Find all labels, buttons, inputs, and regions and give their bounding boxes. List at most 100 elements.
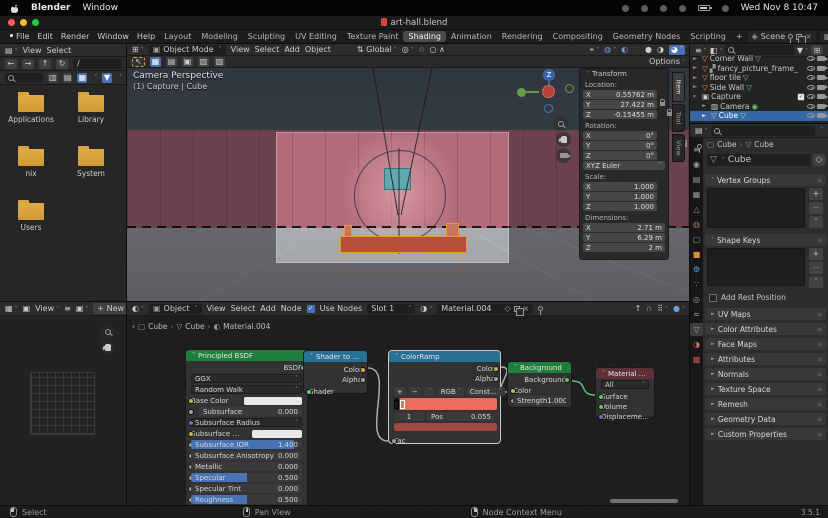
subsurface-row[interactable]: Subsurface0.000	[191, 407, 302, 416]
status-icon[interactable]	[622, 5, 629, 12]
properties-tab-output[interactable]: ▤	[690, 173, 703, 186]
back-button[interactable]: ←	[5, 59, 17, 69]
display-horizontal-list-button[interactable]: ▤	[63, 73, 73, 83]
image-zoom-button[interactable]	[100, 324, 115, 339]
node-select-menu[interactable]: Select	[231, 304, 256, 313]
target-dropdown[interactable]: All˅	[601, 380, 649, 389]
lock-icon[interactable]	[660, 102, 665, 106]
pan-tool-button[interactable]	[556, 132, 571, 147]
outliner-row[interactable]: ►▽Corner Wall▽	[690, 54, 828, 64]
file-browser-view-menu[interactable]: View	[23, 46, 42, 55]
editor-type-icon[interactable]: ◐˅	[132, 304, 144, 313]
vertex-group-specials-button[interactable]: ˅	[809, 216, 823, 228]
display-vertical-list-button[interactable]: ▥	[48, 73, 58, 83]
remesh-panel-header[interactable]: ►Remesh≡	[705, 398, 826, 410]
properties-tab-modifiers[interactable]: ⚙	[690, 263, 703, 276]
hide-eye-icon[interactable]	[807, 94, 815, 99]
ramp-stop-0[interactable]	[394, 400, 399, 409]
dimensions-z-field[interactable]: Z2 m	[583, 243, 665, 252]
workspace-tab-animation[interactable]: Animation	[446, 31, 497, 42]
alpha-output[interactable]: Alpha	[309, 375, 362, 384]
camera-restrict-icon[interactable]	[817, 94, 825, 99]
subsurface-method-dropdown[interactable]: Random Walk˅	[191, 385, 302, 394]
select-mode-new-icon[interactable]: ▦	[150, 57, 161, 67]
data-name-field[interactable]: ▽˅Cube	[707, 154, 810, 166]
xray-toggle[interactable]: ◐	[621, 45, 628, 54]
base-color-row[interactable]: Base Color	[191, 396, 302, 405]
camera-restrict-icon[interactable]	[817, 113, 825, 118]
properties-search-input[interactable]	[711, 126, 815, 136]
volume-input[interactable]: Volume	[601, 402, 649, 411]
outliner-row[interactable]: ►▨Camera◉	[690, 102, 828, 112]
uv-maps-panel-header[interactable]: ►UV Maps≡	[705, 308, 826, 320]
shading-rendered-button[interactable]: ◕˅	[669, 45, 685, 55]
snap-magnet-icon[interactable]: ∩	[419, 45, 425, 54]
properties-tab-material[interactable]: ◑	[690, 338, 703, 351]
slot-dropdown[interactable]: Slot 1˅	[367, 304, 415, 314]
folder-item[interactable]: nix	[4, 149, 58, 178]
background-color-input[interactable]: Color	[513, 386, 566, 395]
location-x-field[interactable]: X0.55762 m	[583, 90, 657, 99]
add-workspace-button[interactable]: +	[731, 31, 748, 42]
display-icon[interactable]	[722, 5, 729, 12]
texture-space-panel-header[interactable]: ►Texture Space≡	[705, 383, 826, 395]
chevron-down-icon[interactable]: ˅	[820, 127, 823, 134]
workspace-tab-rendering[interactable]: Rendering	[497, 31, 548, 42]
subsurface-radius-row[interactable]: Subsurface Radius˅	[191, 418, 302, 427]
select-mode-intersect-icon[interactable]: ▨	[214, 57, 225, 67]
collapse-icon[interactable]: ‹	[132, 322, 135, 331]
menu-edit[interactable]: Edit	[33, 32, 57, 41]
rotation-z-field[interactable]: Z0°	[583, 151, 657, 160]
refresh-button[interactable]: ↻	[56, 59, 68, 69]
menu-icon[interactable]: ≡	[64, 304, 71, 313]
filter-button[interactable]: ▼	[102, 73, 112, 83]
dimensions-x-field[interactable]: X2.71 m	[583, 223, 665, 232]
select-mode-invert-icon[interactable]: ▧	[198, 57, 209, 67]
viewport-add-menu[interactable]: Add	[284, 45, 300, 54]
add-vertex-group-button[interactable]: +	[809, 188, 823, 200]
node-canvas[interactable]: ‹▢Cube›▽Cube›◐Material.004 ˅Principled B…	[127, 316, 690, 505]
horizontal-scrollbar[interactable]	[610, 499, 678, 503]
viewlayer-selector[interactable]: ▦ ViewLayer	[820, 31, 828, 42]
editor-type-icon[interactable]: ▤˅	[695, 126, 708, 135]
menu-render[interactable]: Render	[57, 32, 93, 41]
displacement-input[interactable]: Displacement	[601, 412, 649, 421]
gizmo-z-neg-axis[interactable]	[544, 104, 553, 113]
roughness-row[interactable]: Roughness0.500	[191, 495, 302, 504]
shape-keys-panel-header[interactable]: ˅Shape Keys≡	[705, 234, 826, 246]
overlays-dropdown[interactable]: ●˅	[673, 304, 685, 313]
gizmo-z-axis[interactable]: Z	[543, 69, 555, 81]
workspace-tab-modeling[interactable]: Modeling	[196, 31, 242, 42]
shape-keys-list[interactable]	[707, 248, 805, 286]
workspace-tab-compositing[interactable]: Compositing	[548, 31, 608, 42]
subsurface-color-row[interactable]: Subsurface C...	[191, 429, 302, 438]
hide-eye-icon[interactable]	[807, 85, 815, 90]
properties-tab-object-data[interactable]: ▽	[690, 323, 703, 336]
viewport-options-dropdown[interactable]: Options˅	[649, 57, 685, 66]
stop-color-swatch[interactable]	[394, 423, 497, 431]
background-output[interactable]: Background	[513, 375, 566, 384]
scale-x-field[interactable]: X1.000	[583, 182, 657, 191]
node-node-menu[interactable]: Node	[281, 304, 302, 313]
workspace-tab-shading[interactable]: Shading	[403, 31, 446, 42]
properties-tab-view-layer[interactable]: ▦	[690, 188, 703, 201]
new-image-button[interactable]: + New	[93, 303, 127, 314]
gizmo-dropdown[interactable]: ⌖˅	[590, 45, 600, 55]
chevron-down-icon[interactable]: ˅	[119, 74, 122, 81]
hide-eye-icon[interactable]	[807, 66, 815, 71]
copy-icon[interactable]	[796, 34, 802, 40]
close-icon[interactable]: ×	[805, 32, 812, 41]
pin-icon[interactable]	[788, 34, 793, 39]
color-attributes-panel-header[interactable]: ►Color Attributes≡	[705, 323, 826, 335]
hide-eye-icon[interactable]	[807, 56, 815, 61]
stop-index-field[interactable]: 1	[394, 412, 424, 421]
pin-icon[interactable]	[697, 144, 702, 149]
distribution-dropdown[interactable]: GGX˅	[191, 374, 302, 383]
menu-window[interactable]: Window	[93, 32, 133, 41]
outliner-row[interactable]: ►▽▞fancy_picture_frame_	[690, 64, 828, 74]
node-principled-bsdf[interactable]: ˅Principled BSDF BSDF GGX˅ Random Walk˅ …	[185, 349, 308, 505]
alpha-output[interactable]: Alpha	[394, 374, 495, 383]
go-parent-icon[interactable]: ↑	[635, 304, 642, 313]
bsdf-output[interactable]: BSDF	[191, 363, 302, 372]
macos-window-menu[interactable]: Window	[82, 3, 118, 13]
